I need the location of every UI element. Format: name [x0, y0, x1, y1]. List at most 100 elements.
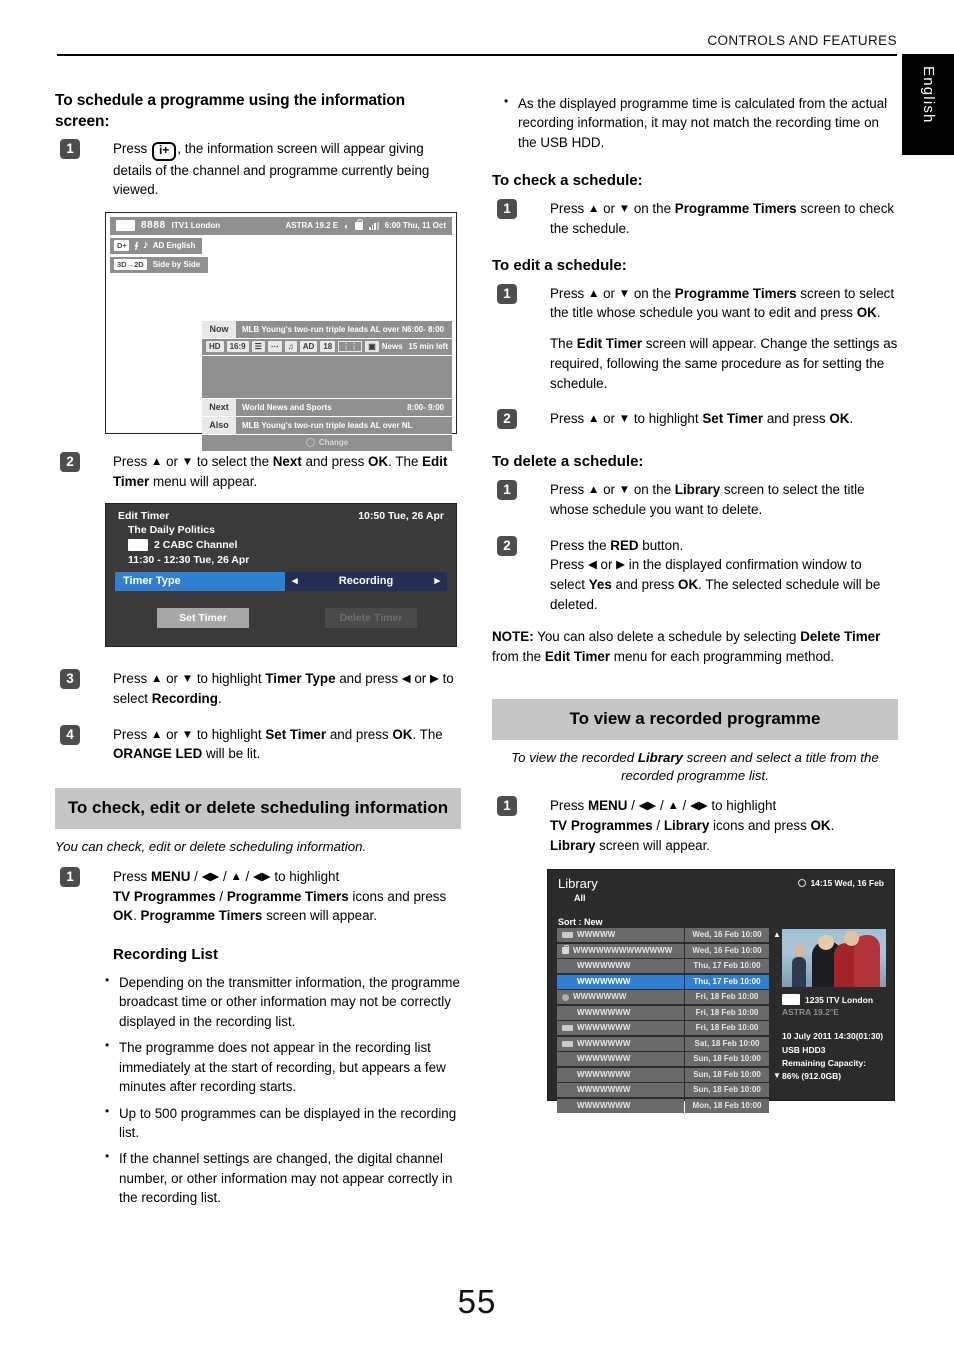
tv-icon — [562, 932, 573, 939]
library-row[interactable]: WWWWWWW Sun, 18 Feb 10:00 — [557, 1083, 769, 1098]
step-text: Press i+, the information screen will ap… — [113, 140, 430, 198]
tv-icon — [116, 220, 135, 232]
step-text: Press ▲ or ▼ on the Programme Timers scr… — [550, 201, 895, 237]
scroll-up-icon[interactable]: ▲ — [773, 930, 781, 939]
epg-now-tag: Now — [202, 320, 236, 338]
library-row[interactable]: WWWWWWW Fri, 18 Feb 10:00 — [557, 1005, 769, 1020]
step-number: 1 — [497, 199, 517, 220]
heading-recording-list: Recording List — [113, 945, 219, 963]
clock: 6:00 Thu, 11 Oct — [384, 221, 446, 231]
dot-icon — [562, 993, 569, 1001]
check-step-1: 1 Press ▲ or ▼ on the Programme Timers s… — [492, 199, 898, 238]
library-row[interactable]: WWWWWWWWWWWWW Wed, 16 Feb 10:00 — [557, 943, 769, 958]
library-row-name: WWWWWWW — [557, 1098, 684, 1113]
heading-schedule-programme: To schedule a programme using the inform… — [55, 92, 406, 131]
step-4-set-timer: 4 Press ▲ or ▼ to highlight Set Timer an… — [55, 724, 461, 764]
info-keycap-icon: i+ — [151, 141, 177, 161]
epg-also-row: Also MLB Young's two-run triple leads AL… — [202, 416, 452, 434]
signal-strength-icon — [369, 221, 379, 230]
delete-note: NOTE: You can also delete a schedule by … — [492, 629, 881, 665]
library-row[interactable]: WWWWWWW Thu, 17 Feb 10:00 — [557, 974, 769, 989]
library-detail-panel: 1235 ITV London ASTRA 19.2°E 10 July 201… — [782, 994, 894, 1083]
stereo-icon: ∮ — [134, 241, 139, 251]
library-clock: 14:15 Wed, 16 Feb — [798, 878, 884, 888]
chevron-right-icon[interactable]: ▸ — [434, 572, 440, 591]
step-text: Press ▲ or ▼ to select the Next and pres… — [113, 453, 448, 489]
step-number: 4 — [60, 724, 80, 745]
library-row-name: WWWWWWWWWWWWW — [557, 943, 684, 958]
banner-view-recorded: To view a recorded programme — [492, 698, 898, 740]
lock-icon — [562, 944, 569, 955]
library-row-date: Wed, 16 Feb 10:00 — [685, 928, 769, 943]
epg-next-tag: Next — [202, 398, 236, 416]
library-row[interactable]: WWWWWWW Mon, 18 Feb 10:00 — [557, 1098, 769, 1113]
aspect-ratio-icon: 16:9 — [226, 341, 249, 353]
step-number: 2 — [497, 535, 517, 556]
library-row-name: WWWWWWW — [557, 1021, 684, 1036]
library-row[interactable]: WWWWW Wed, 16 Feb 10:00 — [557, 928, 769, 943]
set-timer-button[interactable]: Set Timer — [157, 608, 249, 629]
manual-page: CONTROLS AND FEATURES English To schedul… — [0, 0, 954, 1352]
epg-also-tag: Also — [202, 416, 236, 434]
library-row-name: WWWWWWW — [557, 1083, 684, 1098]
step-text-line2: Press ◀ or ▶ in the displayed confirmati… — [550, 557, 881, 612]
usb-hdd-note-bullets: As the displayed programme time is calcu… — [492, 93, 898, 152]
library-thumbnail — [782, 929, 886, 988]
delete-timer-button[interactable]: Delete Timer — [325, 608, 417, 629]
library-detail-device: USB HDD3 — [782, 1044, 826, 1055]
timer-type-row-value[interactable]: ◂ Recording ▸ — [285, 572, 447, 592]
audio-language-label: AD English — [152, 241, 196, 251]
library-row-name: WWWWWWW — [557, 990, 684, 1005]
heading-edit-schedule: To edit a schedule: — [492, 256, 627, 274]
lock-icon — [355, 218, 364, 230]
list-item: The programme does not appear in the rec… — [103, 1037, 461, 1096]
tv-icon — [782, 994, 800, 1006]
list-item: If the channel settings are changed, the… — [103, 1148, 461, 1207]
library-screen-figure: Library All 14:15 Wed, 16 Feb Sort : New… — [547, 869, 895, 1113]
edit-timer-time-range: 11:30 - 12:30 Tue, 26 Apr — [128, 554, 250, 567]
delete-step-2: 2 Press the RED button. Press ◀ or ▶ in … — [492, 535, 898, 615]
edit-step-2: 2 Press ▲ or ▼ to highlight Set Timer an… — [492, 409, 898, 435]
banner-check-edit-delete: To check, edit or delete scheduling info… — [55, 788, 461, 829]
library-detail-satellite: ASTRA 19.2°E — [782, 1007, 839, 1018]
epg-also-title: MLB Young's two-run triple leads AL over… — [242, 420, 413, 430]
timer-type-row-label[interactable]: Timer Type — [115, 572, 285, 592]
step-text: Press MENU / ◀▶ / ▲ / ◀▶ to highlight TV … — [113, 868, 447, 924]
heading-delete-schedule: To delete a schedule: — [492, 453, 644, 471]
library-row[interactable]: WWWWWWW Fri, 18 Feb 10:00 — [557, 990, 769, 1005]
library-list[interactable]: WWWWW Wed, 16 Feb 10:00 WWWWWWWWWWWWW Wed, … — [557, 928, 769, 1114]
library-row[interactable]: WWWWWWW Sun, 18 Feb 10:00 — [557, 1067, 769, 1082]
library-row-date: Sun, 18 Feb 10:00 — [685, 1067, 769, 1082]
teletext-icon: ⋯ — [267, 341, 282, 353]
scroll-down-icon[interactable]: ▼ — [773, 1071, 781, 1080]
library-row[interactable]: WWWWWWW Fri, 18 Feb 10:00 — [557, 1021, 769, 1036]
edit-timer-channel-line: 2 CABC Channel — [128, 539, 237, 552]
step-text: Press ▲ or ▼ to highlight Timer Type and… — [113, 671, 454, 707]
audio-info-row: D+ ∮ 𝅘𝅥𝅮 AD English — [110, 237, 203, 254]
step-number: 1 — [497, 283, 517, 304]
satellite-name: ASTRA 19.2 E — [285, 221, 339, 231]
library-row-date: Fri, 18 Feb 10:00 — [685, 1021, 769, 1036]
view-step-1: 1 Press MENU / ◀▶ / ▲ / ◀▶ to highlight T… — [492, 796, 898, 855]
epg-icon-row: HD 16:9 ☰ ⋯ ♫ AD 18 ⋮⋮ ▣ News 15 min lef… — [202, 338, 452, 355]
epg-now-row: Now MLB Young's two-run triple leads AL … — [202, 320, 452, 338]
refresh-icon — [798, 879, 807, 888]
epg-footer: Change — [202, 434, 452, 451]
3d-mode-label: Side by Side — [152, 260, 201, 270]
epg-next-title: World News and Sports — [242, 402, 332, 412]
channel-number: 8888 — [141, 220, 166, 232]
library-row-date: Fri, 18 Feb 10:00 — [685, 990, 769, 1005]
tv-icon — [562, 1025, 573, 1032]
three-d-info-row: 3D→2D Side by Side — [110, 256, 209, 273]
library-row[interactable]: WWWWWWW Thu, 17 Feb 10:00 — [557, 959, 769, 974]
epg-now-title: MLB Young's two-run triple leads AL over… — [242, 324, 408, 334]
library-row-date: Wed, 16 Feb 10:00 — [685, 943, 769, 958]
library-row[interactable]: WWWWWWW Sat, 18 Feb 10:00 — [557, 1036, 769, 1051]
step-text: Press ▲ or ▼ to highlight Set Timer and … — [550, 411, 854, 427]
list-item: As the displayed programme time is calcu… — [502, 93, 898, 152]
library-row-date: Sun, 18 Feb 10:00 — [685, 1052, 769, 1067]
widescreen-icon: ⋮⋮ — [338, 341, 363, 353]
library-row[interactable]: WWWWWWW Sun, 18 Feb 10:00 — [557, 1052, 769, 1067]
step-text: Press MENU / ◀▶ / ▲ / ◀▶ to highlight TV … — [550, 798, 835, 853]
intro-check-edit-delete: You can check, edit or delete scheduling… — [55, 838, 367, 854]
